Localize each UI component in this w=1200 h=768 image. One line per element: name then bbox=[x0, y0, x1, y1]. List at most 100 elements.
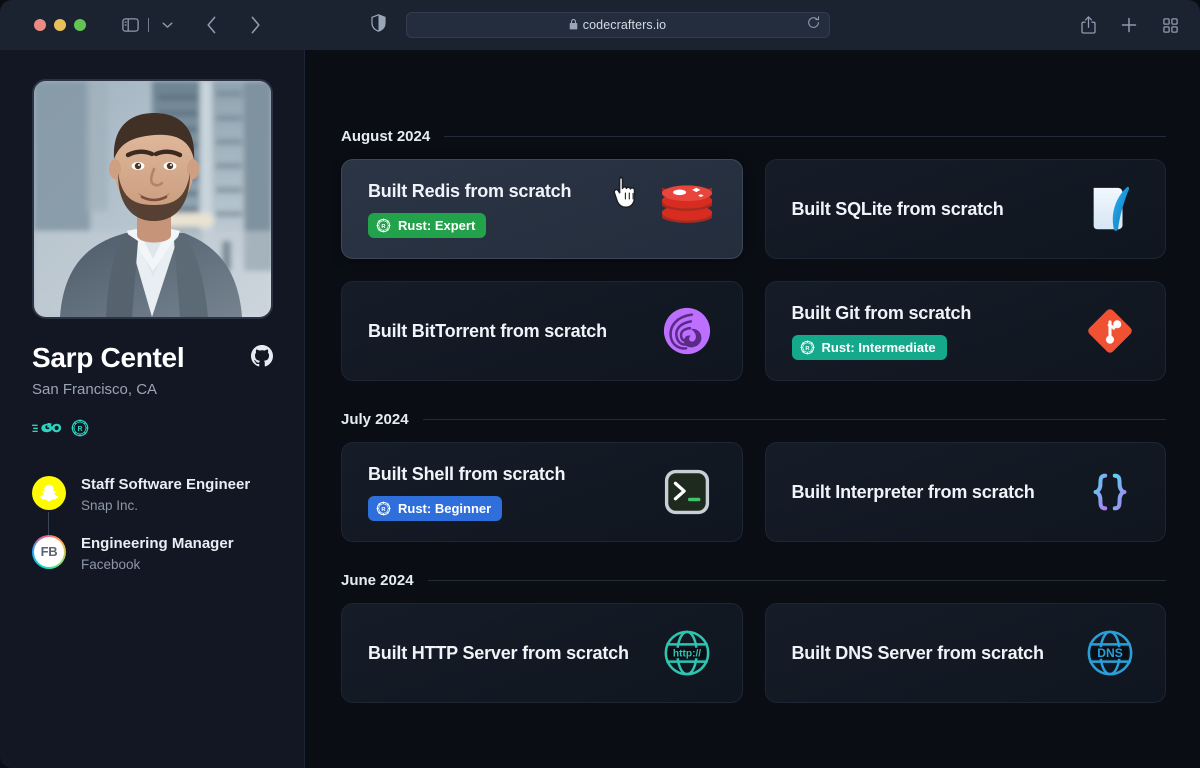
job-company: Snap Inc. bbox=[81, 498, 250, 513]
badge-label: Rust: Beginner bbox=[398, 501, 491, 516]
card-title: Built Git from scratch bbox=[792, 303, 1082, 324]
card-title: Built Shell from scratch bbox=[368, 464, 658, 485]
maximize-window-button[interactable] bbox=[74, 19, 86, 31]
privacy-shield-icon[interactable] bbox=[371, 14, 386, 37]
page-content: Sarp Centel San Francisco, CA bbox=[0, 50, 1200, 768]
profile-name-row: Sarp Centel bbox=[32, 342, 273, 374]
challenge-card-shell[interactable]: Built Shell from scratch bbox=[341, 442, 743, 542]
icon-label: DNS bbox=[1097, 646, 1123, 660]
cards-grid: Built Redis from scratch bbox=[341, 159, 1166, 381]
git-icon bbox=[1081, 306, 1139, 356]
badge-label: Rust: Intermediate bbox=[822, 340, 936, 355]
card-title: Built BitTorrent from scratch bbox=[368, 321, 658, 342]
card-body: Built Redis from scratch bbox=[368, 181, 658, 238]
profile-location: San Francisco, CA bbox=[32, 381, 272, 398]
sidebar-icon[interactable] bbox=[116, 11, 144, 39]
card-title: Built Redis from scratch bbox=[368, 181, 658, 202]
dns-globe-icon: DNS bbox=[1081, 628, 1139, 678]
card-body: Built SQLite from scratch bbox=[792, 199, 1082, 220]
status-badge: R Rust: Expert bbox=[368, 213, 486, 238]
challenge-card-bittorrent[interactable]: Built BitTorrent from scratch bbox=[341, 281, 743, 381]
svg-text:R: R bbox=[381, 506, 386, 512]
browser-window: codecrafters.io bbox=[0, 0, 1200, 768]
profile-sidebar: Sarp Centel San Francisco, CA bbox=[0, 50, 305, 768]
challenge-card-redis[interactable]: Built Redis from scratch bbox=[341, 159, 743, 259]
challenge-card-git[interactable]: Built Git from scratch bbox=[765, 281, 1167, 381]
facebook-logo-text: FB bbox=[41, 544, 58, 559]
avatar-photo bbox=[34, 81, 271, 317]
challenge-card-sqlite[interactable]: Built SQLite from scratch bbox=[765, 159, 1167, 259]
tab-overview-icon[interactable] bbox=[1156, 11, 1184, 39]
bittorrent-icon bbox=[658, 306, 716, 356]
browser-toolbar: codecrafters.io bbox=[0, 0, 1200, 50]
month-header: June 2024 bbox=[341, 572, 1166, 589]
work-history: Staff Software Engineer Snap Inc. FB Eng… bbox=[32, 476, 272, 572]
close-window-button[interactable] bbox=[34, 19, 46, 31]
icon-label: http:// bbox=[672, 648, 700, 659]
month-label: June 2024 bbox=[341, 572, 414, 589]
month-label: August 2024 bbox=[341, 128, 430, 145]
cards-grid: Built Shell from scratch bbox=[341, 442, 1166, 542]
terminal-icon bbox=[658, 468, 716, 516]
job-company: Facebook bbox=[81, 557, 234, 572]
status-badge: R Rust: Intermediate bbox=[792, 335, 947, 360]
svg-text:R: R bbox=[805, 345, 810, 351]
minimize-window-button[interactable] bbox=[54, 19, 66, 31]
svg-text:R: R bbox=[77, 426, 82, 433]
svg-text:R: R bbox=[381, 223, 386, 229]
snapchat-icon bbox=[32, 476, 66, 510]
challenge-card-dns-server[interactable]: Built DNS Server from scratch bbox=[765, 603, 1167, 703]
toolbar-right-actions bbox=[1074, 11, 1184, 39]
divider bbox=[428, 580, 1166, 581]
url-text: codecrafters.io bbox=[583, 18, 666, 32]
card-title: Built SQLite from scratch bbox=[792, 199, 1082, 220]
month-group-july: July 2024 Built Shell from scratch bbox=[341, 411, 1166, 542]
card-title: Built HTTP Server from scratch bbox=[368, 643, 658, 664]
share-icon[interactable] bbox=[1074, 11, 1102, 39]
month-header: August 2024 bbox=[341, 128, 1166, 145]
card-body: Built Git from scratch bbox=[792, 303, 1082, 360]
language-badges: R bbox=[32, 419, 272, 442]
challenge-card-interpreter[interactable]: Built Interpreter from scratch bbox=[765, 442, 1167, 542]
go-icon bbox=[32, 420, 62, 441]
list-item[interactable]: Staff Software Engineer Snap Inc. bbox=[32, 476, 272, 513]
page-title: Sarp Centel bbox=[32, 342, 184, 374]
card-body: Built HTTP Server from scratch bbox=[368, 643, 658, 664]
month-label: July 2024 bbox=[341, 411, 409, 428]
github-icon[interactable] bbox=[251, 345, 273, 372]
navigation-controls bbox=[116, 11, 269, 39]
http-globe-icon: http:// bbox=[658, 628, 716, 678]
card-title: Built DNS Server from scratch bbox=[792, 643, 1082, 664]
url-input[interactable]: codecrafters.io bbox=[406, 12, 830, 38]
divider bbox=[423, 419, 1166, 420]
challenges-feed: August 2024 Built Redis from scratch bbox=[305, 50, 1200, 768]
sqlite-icon bbox=[1081, 184, 1139, 234]
divider bbox=[444, 136, 1166, 137]
rust-icon: R bbox=[376, 501, 391, 516]
braces-icon bbox=[1081, 468, 1139, 516]
cards-grid: Built HTTP Server from scratch bbox=[341, 603, 1166, 703]
sidebar-toggle-button[interactable] bbox=[116, 11, 181, 39]
month-group-june: June 2024 Built HTTP Server from scratch bbox=[341, 572, 1166, 703]
redis-icon bbox=[658, 184, 716, 234]
status-badge: R Rust: Beginner bbox=[368, 496, 502, 521]
card-body: Built Shell from scratch bbox=[368, 464, 658, 521]
card-title: Built Interpreter from scratch bbox=[792, 482, 1082, 503]
toolbar-divider bbox=[148, 18, 149, 32]
new-tab-icon[interactable] bbox=[1115, 11, 1143, 39]
list-item[interactable]: FB Engineering Manager Facebook bbox=[32, 535, 272, 572]
badge-label: Rust: Expert bbox=[398, 218, 475, 233]
month-header: July 2024 bbox=[341, 411, 1166, 428]
card-body: Built BitTorrent from scratch bbox=[368, 321, 658, 342]
chevron-down-icon[interactable] bbox=[153, 11, 181, 39]
reload-icon[interactable] bbox=[807, 16, 820, 34]
back-button[interactable] bbox=[197, 11, 225, 39]
forward-button[interactable] bbox=[241, 11, 269, 39]
rust-icon: R bbox=[71, 419, 89, 442]
facebook-icon: FB bbox=[32, 535, 66, 569]
challenge-card-http-server[interactable]: Built HTTP Server from scratch bbox=[341, 603, 743, 703]
job-title: Staff Software Engineer bbox=[81, 476, 250, 495]
card-body: Built Interpreter from scratch bbox=[792, 482, 1082, 503]
window-traffic-lights bbox=[34, 19, 86, 31]
rust-icon: R bbox=[800, 340, 815, 355]
